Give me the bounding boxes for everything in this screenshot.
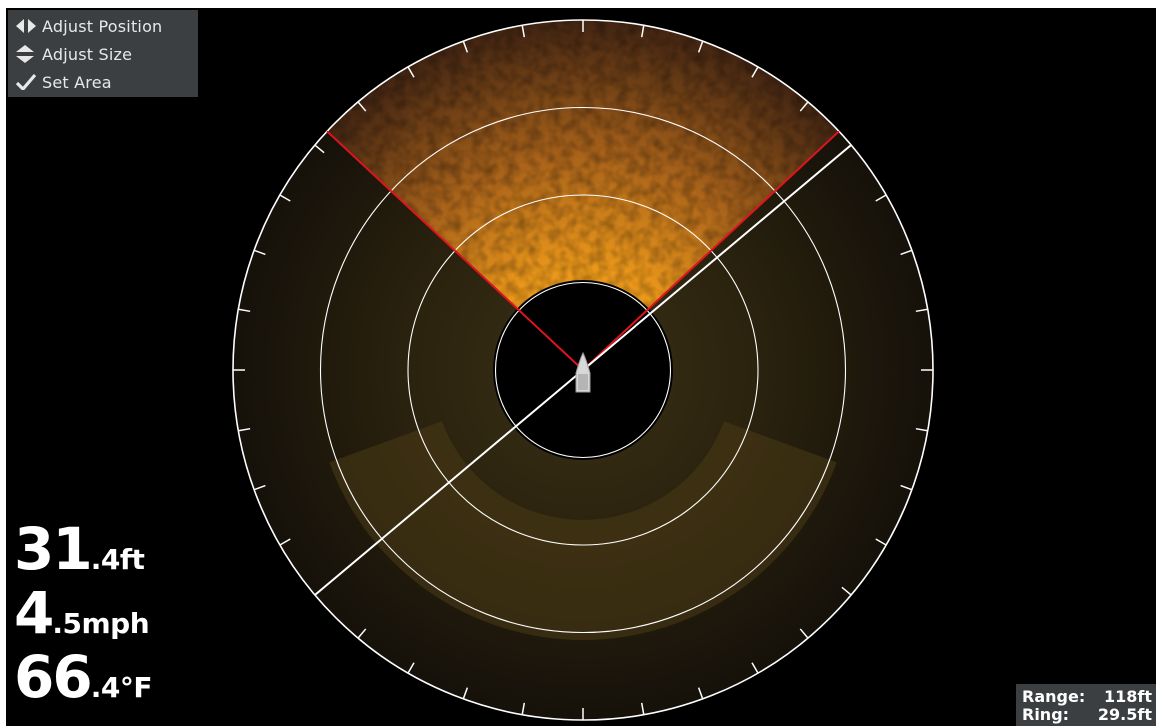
range-info-box: Range: 118ft Ring: 29.5ft (1016, 684, 1156, 726)
speed-readout: 4.5mph (14, 584, 152, 648)
checkmark-icon (16, 72, 38, 92)
depth-readout: 31.4ft (14, 520, 152, 584)
hint-label: Adjust Position (42, 16, 163, 36)
hint-adjust-size: Adjust Size (16, 42, 132, 66)
up-down-arrows-icon (16, 44, 38, 64)
sonar-display[interactable] (6, 8, 1156, 726)
temperature-fraction-unit: .4°F (90, 671, 153, 704)
temperature-whole: 66 (14, 643, 93, 711)
ring-label: Ring: (1022, 704, 1070, 724)
hint-adjust-position: Adjust Position (16, 14, 162, 38)
hint-label: Set Area (42, 72, 112, 92)
control-hints-panel: Adjust Position Adjust Size Set Area (8, 10, 198, 97)
range-value: 118ft (1103, 686, 1152, 706)
ring-row: Ring: 29.5ft (1022, 704, 1152, 724)
speed-fraction-unit: .5mph (52, 607, 150, 640)
range-label: Range: (1022, 686, 1086, 706)
hint-set-area: Set Area (16, 70, 112, 94)
left-right-arrows-icon (16, 16, 38, 36)
digital-readouts: 31.4ft 4.5mph 66.4°F (14, 520, 152, 712)
depth-fraction-unit: .4ft (90, 543, 145, 576)
temperature-readout: 66.4°F (14, 648, 152, 712)
depth-whole: 31 (14, 515, 93, 583)
speed-whole: 4 (14, 579, 54, 647)
hint-label: Adjust Size (42, 44, 133, 64)
sonar-screen: Adjust Position Adjust Size Set Area 31.… (6, 8, 1156, 726)
ring-value: 29.5ft (1097, 704, 1152, 724)
range-row: Range: 118ft (1022, 686, 1152, 706)
